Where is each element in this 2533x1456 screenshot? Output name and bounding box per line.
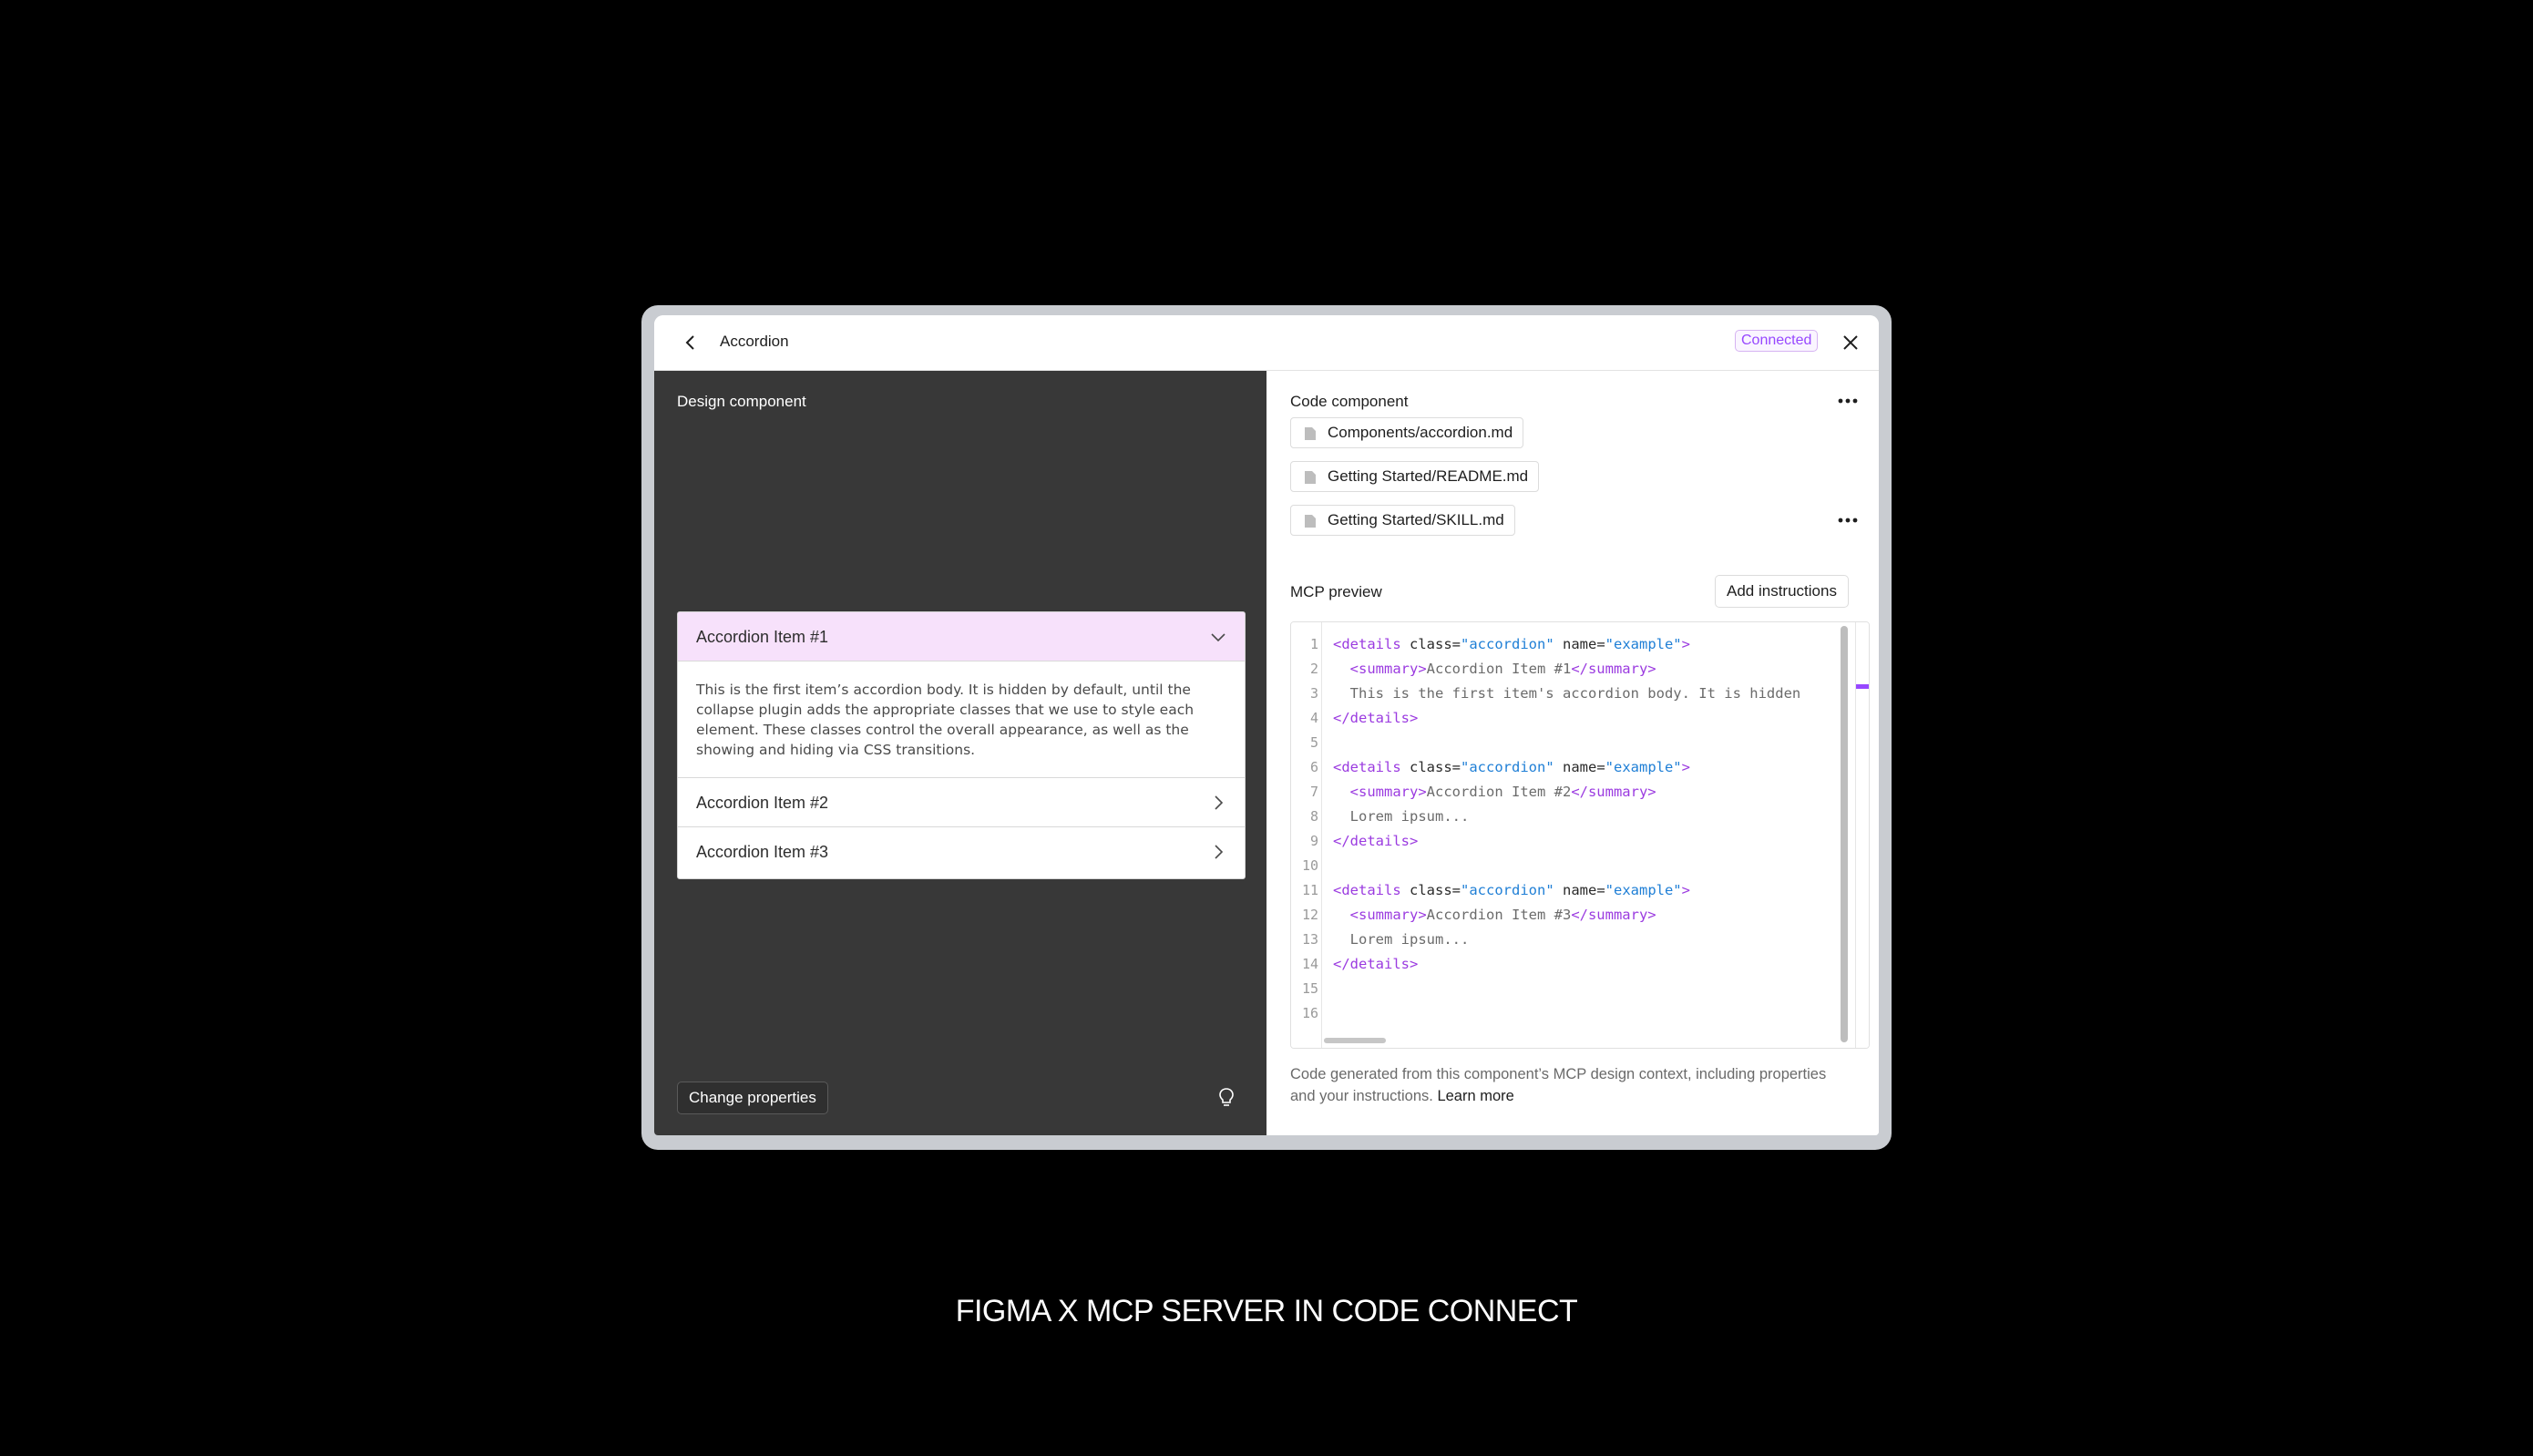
file-chip[interactable]: Getting Started/SKILL.md bbox=[1290, 505, 1515, 536]
close-button[interactable] bbox=[1837, 329, 1864, 356]
accordion-item-label: Accordion Item #3 bbox=[696, 843, 829, 861]
code-connect-window: Accordion Connected Design component Acc… bbox=[654, 315, 1879, 1135]
accordion-item-3[interactable]: Accordion Item #3 bbox=[678, 827, 1245, 878]
more-horizontal-icon bbox=[1838, 398, 1858, 404]
accordion-item-2[interactable]: Accordion Item #2 bbox=[678, 778, 1245, 827]
chevron-right-icon bbox=[1215, 845, 1224, 859]
code-panel-title: Code component bbox=[1290, 393, 1409, 410]
more-horizontal-icon bbox=[1838, 518, 1858, 523]
file-chip-label: Getting Started/README.md bbox=[1328, 467, 1529, 485]
file-chip-label: Getting Started/SKILL.md bbox=[1328, 511, 1504, 528]
accordion-preview: Accordion Item #1 This is the first item… bbox=[677, 611, 1246, 879]
file-chip[interactable]: Components/accordion.md bbox=[1290, 417, 1524, 448]
file-chip-label: Components/accordion.md bbox=[1328, 424, 1513, 441]
code-component-panel: Code component Components/accordion.md G… bbox=[1266, 371, 1879, 1135]
file-icon bbox=[1305, 471, 1316, 484]
chevron-left-icon bbox=[685, 335, 694, 350]
files-more-button[interactable] bbox=[1833, 510, 1862, 530]
accent-bar bbox=[1856, 684, 1869, 689]
design-component-panel: Design component Accordion Item #1 This … bbox=[654, 371, 1266, 1135]
status-badge: Connected bbox=[1735, 330, 1819, 352]
code-panel-more-button[interactable] bbox=[1833, 391, 1862, 411]
mcp-preview-label: MCP preview bbox=[1290, 583, 1382, 600]
accordion-item-1[interactable]: Accordion Item #1 bbox=[678, 612, 1245, 661]
change-properties-button[interactable]: Change properties bbox=[677, 1082, 828, 1114]
accordion-item-label: Accordion Item #1 bbox=[696, 628, 829, 646]
accordion-item-body: This is the first item’s accordion body.… bbox=[678, 661, 1245, 778]
page-title: Accordion bbox=[720, 333, 789, 350]
back-button[interactable] bbox=[678, 330, 703, 355]
chevron-down-icon bbox=[1211, 633, 1225, 642]
chevron-right-icon bbox=[1215, 795, 1224, 810]
hint-button[interactable] bbox=[1215, 1086, 1237, 1110]
code-preview[interactable]: 1 <details class="accordion" name="exampl… bbox=[1290, 621, 1870, 1049]
file-icon bbox=[1305, 515, 1316, 528]
caption: FIGMA X MCP SERVER IN CODE CONNECT bbox=[955, 1294, 1578, 1328]
add-instructions-button[interactable]: Add instructions bbox=[1715, 575, 1849, 608]
title-bar: Accordion Connected bbox=[654, 315, 1879, 371]
learn-more-link[interactable]: Learn more bbox=[1437, 1088, 1513, 1104]
close-icon bbox=[1843, 335, 1858, 350]
design-panel-title: Design component bbox=[677, 393, 806, 410]
footer-note-text: Code generated from this component’s MCP… bbox=[1290, 1066, 1827, 1104]
accordion-item-label: Accordion Item #2 bbox=[696, 794, 829, 812]
file-chip[interactable]: Getting Started/README.md bbox=[1290, 461, 1540, 492]
horizontal-scrollbar[interactable] bbox=[1324, 1038, 1386, 1043]
side-panel-peek bbox=[1855, 622, 1869, 1048]
file-icon bbox=[1305, 427, 1316, 440]
vertical-scrollbar[interactable] bbox=[1841, 626, 1848, 1042]
lightbulb-icon bbox=[1219, 1088, 1234, 1106]
footer-note: Code generated from this component’s MCP… bbox=[1290, 1063, 1837, 1107]
